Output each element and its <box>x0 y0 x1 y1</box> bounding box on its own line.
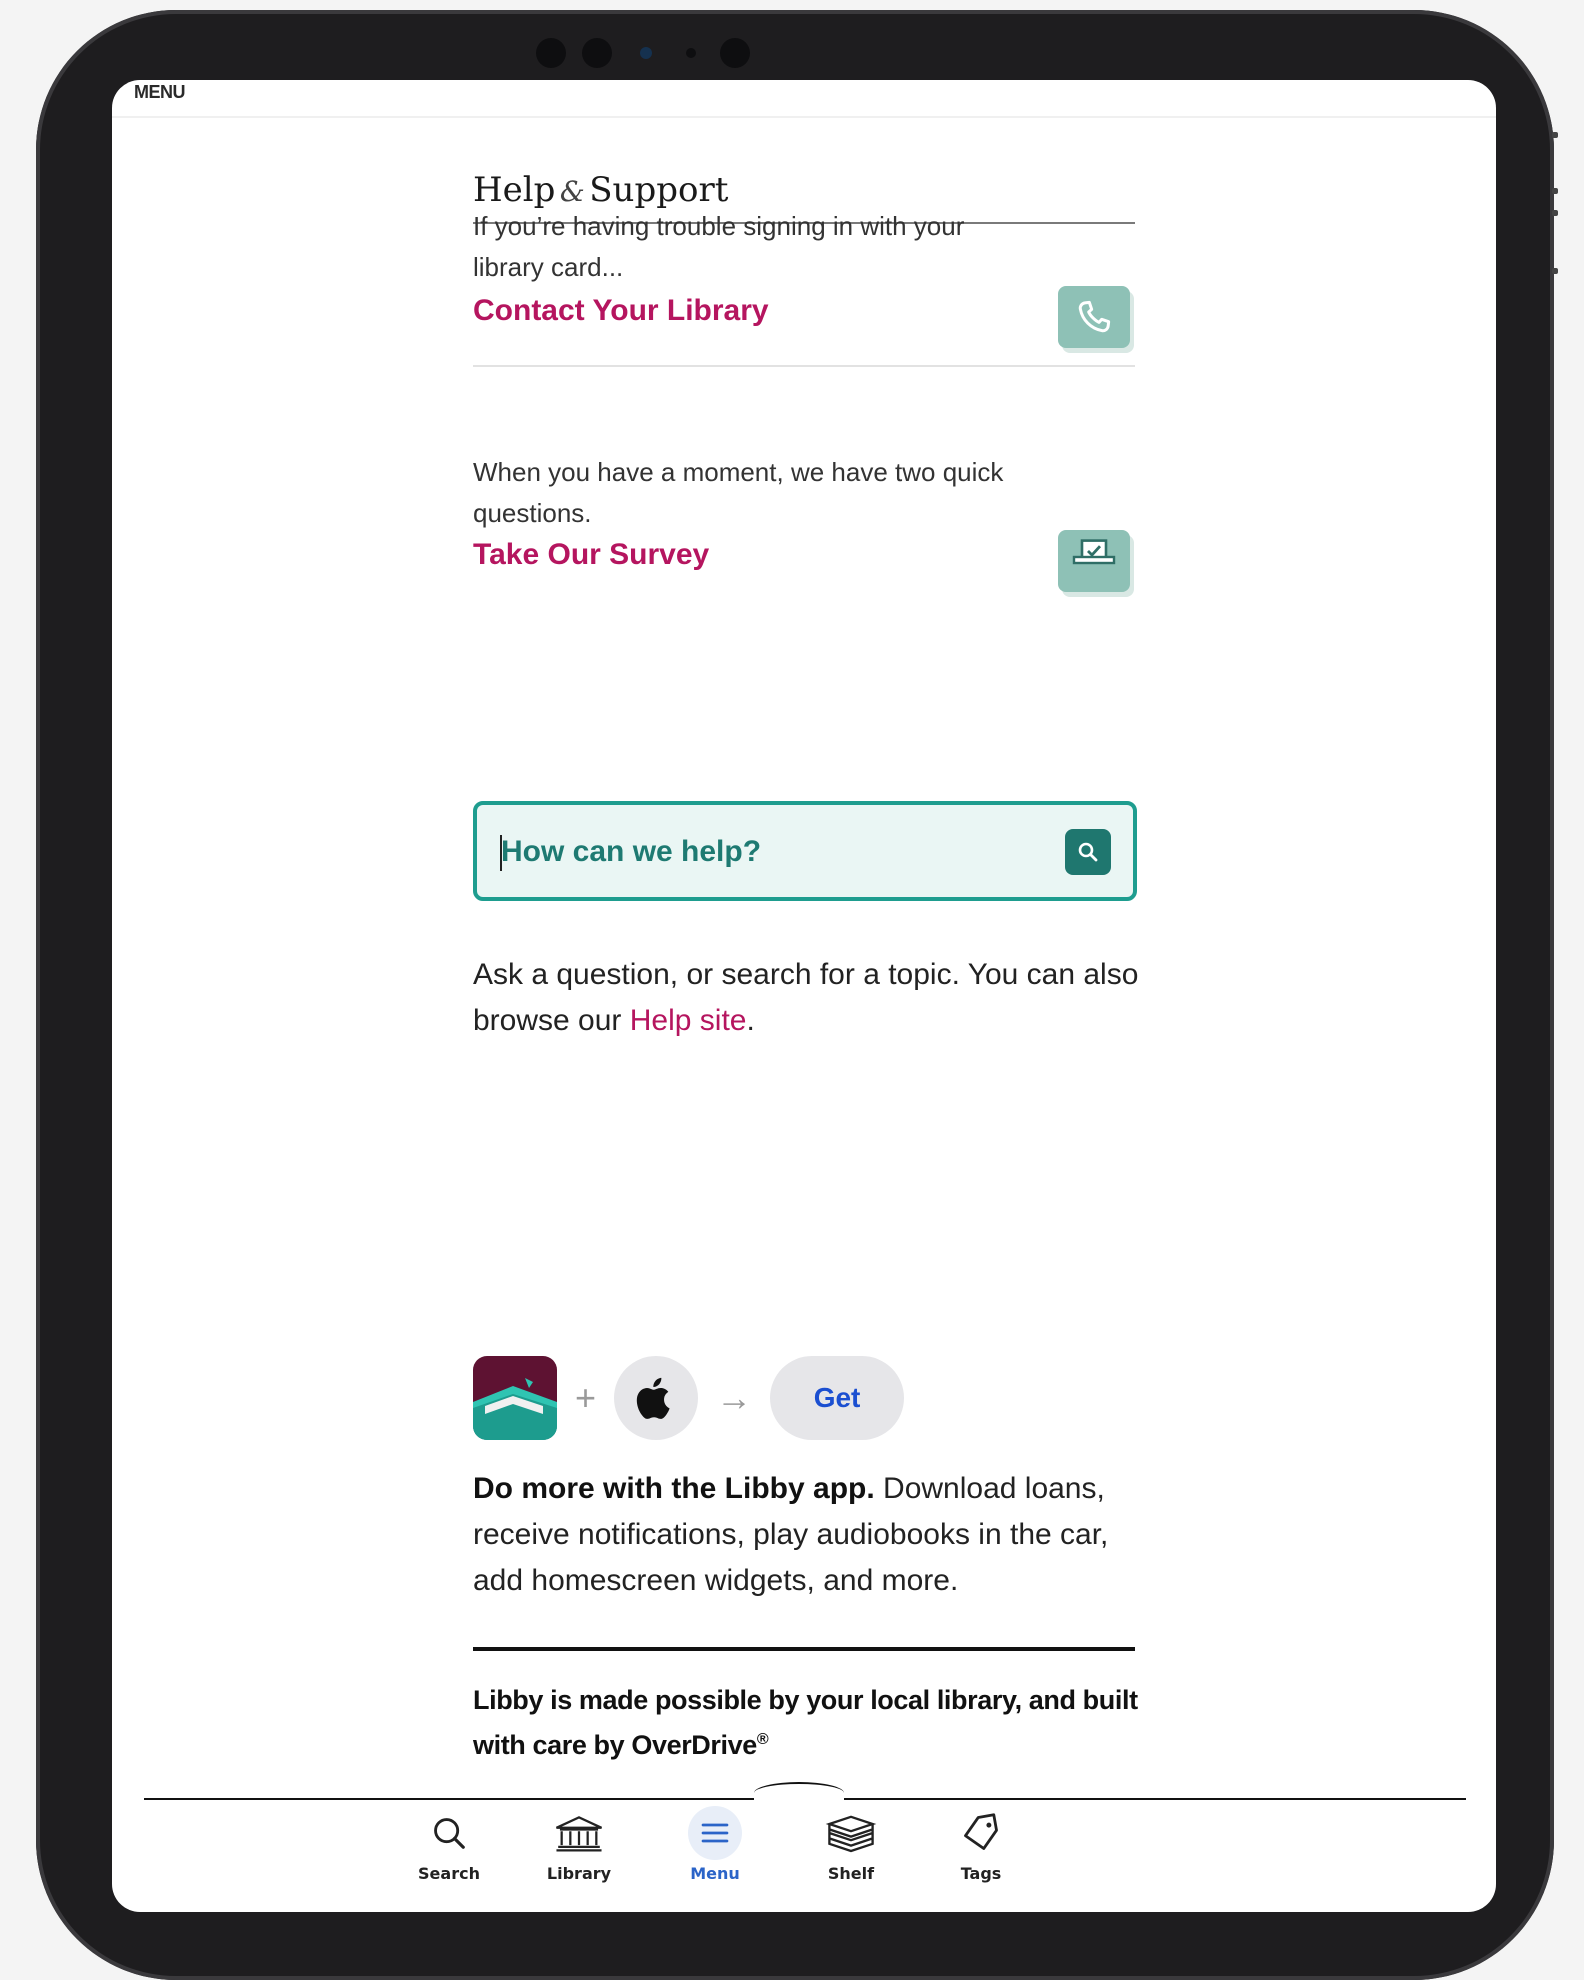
title-word-support: Support <box>589 170 729 210</box>
promo-bold-text: Do more with the Libby app. <box>473 1472 875 1505</box>
nav-item-tags[interactable]: Tags <box>936 1806 1026 1883</box>
search-icon <box>1078 842 1098 862</box>
title-ampersand: & <box>559 175 585 208</box>
nav-label-tags: Tags <box>960 1864 1002 1883</box>
app-screen: MENU Help & Support If you’re having tro… <box>112 80 1496 1912</box>
registered-mark: ® <box>756 1731 769 1748</box>
nav-label-shelf: Shelf <box>827 1864 875 1883</box>
get-app-row: + → Get <box>473 1356 905 1440</box>
libby-app-icon <box>473 1356 557 1440</box>
nav-label-search: Search <box>418 1864 480 1883</box>
title-word-help: Help <box>473 170 556 210</box>
side-button <box>1552 268 1558 274</box>
help-site-link[interactable]: Help site <box>630 1004 747 1037</box>
nav-item-shelf[interactable]: Shelf <box>806 1806 896 1883</box>
bottom-nav: Search Library Menu Shelf Tags <box>112 1800 1496 1912</box>
side-button <box>1552 210 1558 216</box>
help-search-input[interactable] <box>499 823 1043 881</box>
nav-label-library: Library <box>546 1864 612 1883</box>
arrow-sign: → <box>716 1377 753 1418</box>
menu-heading: MENU <box>134 82 186 102</box>
contact-description: If you’re having trouble signing in with… <box>473 211 965 282</box>
phone-icon <box>1078 300 1111 333</box>
survey-description: When you have a moment, we have two quic… <box>473 457 1004 528</box>
nav-item-search[interactable]: Search <box>404 1806 494 1883</box>
nav-item-library[interactable]: Library <box>534 1806 624 1883</box>
text-cursor <box>500 835 502 871</box>
menu-icon <box>688 1806 742 1860</box>
credit-text: Libby is made possible by your local lib… <box>473 1685 1138 1760</box>
libby-app-promo: Do more with the Libby app. Download loa… <box>473 1466 1153 1604</box>
help-search-box <box>473 801 1137 901</box>
nav-item-menu[interactable]: Menu <box>670 1806 760 1883</box>
search-submit-button[interactable] <box>1065 829 1111 875</box>
library-building-icon <box>552 1806 606 1860</box>
survey-ballot-icon <box>1072 539 1116 565</box>
search-icon <box>422 1806 476 1860</box>
ask-question-text: Ask a question, or search for a topic. Y… <box>473 952 1143 1044</box>
get-app-button[interactable]: Get <box>770 1356 905 1440</box>
section-divider <box>473 365 1135 367</box>
apple-icon <box>636 1377 670 1419</box>
library-credit: Libby is made possible by your local lib… <box>473 1680 1153 1765</box>
camera-dot <box>536 38 566 68</box>
take-survey-tile[interactable] <box>1058 530 1130 592</box>
side-button <box>1552 132 1558 138</box>
plus-sign: + <box>575 1377 597 1418</box>
camera-dot <box>720 38 750 68</box>
contact-library-link[interactable]: Contact Your Library <box>473 294 769 328</box>
nav-label-menu: Menu <box>690 1864 740 1883</box>
ask-text-suffix: . <box>746 1004 755 1037</box>
take-survey-link[interactable]: Take Our Survey <box>473 538 709 572</box>
tag-icon <box>954 1806 1008 1860</box>
camera-dot <box>582 38 612 68</box>
sensor-dot <box>686 48 696 58</box>
camera-lens <box>640 47 652 59</box>
header-divider <box>112 116 1496 118</box>
ask-text-prefix: Ask a question, or search for a topic. Y… <box>473 958 1139 1037</box>
apple-store-badge <box>614 1356 699 1440</box>
side-button <box>1552 188 1558 194</box>
shelf-books-icon <box>824 1806 878 1860</box>
contact-library-tile[interactable] <box>1058 286 1130 348</box>
promo-divider <box>473 1647 1135 1651</box>
